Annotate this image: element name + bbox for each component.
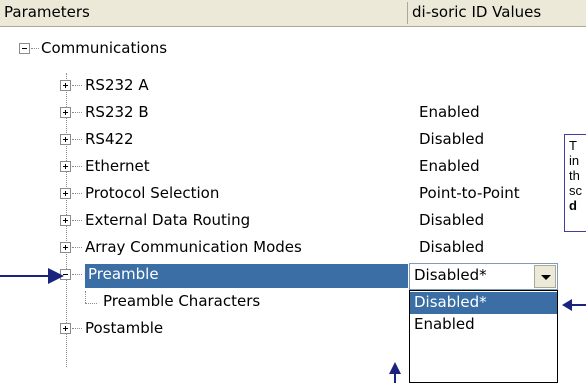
tree-label-preamble-characters: Preamble Characters: [103, 292, 261, 310]
tree-value-ethernet: Enabled: [419, 157, 480, 175]
expand-icon[interactable]: [60, 161, 71, 172]
tree-row-communications[interactable]: Communications: [0, 36, 586, 63]
tree-label-rs232a: RS232 A: [85, 76, 149, 94]
tree-connector: [72, 139, 82, 140]
tree-value-rs422: Disabled: [419, 130, 485, 148]
tree-label-rs232b: RS232 B: [85, 103, 149, 121]
dropdown-option-label: Disabled*: [414, 293, 487, 311]
tree-label-protocol-selection: Protocol Selection: [85, 184, 220, 202]
callout-line: th: [569, 168, 580, 183]
callout-line: in: [569, 153, 580, 168]
tree-connector: [72, 220, 82, 221]
callout-line: d: [569, 198, 577, 213]
tree-value-rs232b: Enabled: [419, 103, 480, 121]
tree-row-external-data-routing[interactable]: External Data Routing Disabled: [0, 208, 586, 235]
chevron-down-icon[interactable]: [534, 265, 556, 288]
expand-icon[interactable]: [60, 323, 71, 334]
tree-connector: [72, 112, 82, 113]
tree-row-ethernet[interactable]: Ethernet Enabled: [0, 154, 586, 181]
callout-box: T in th sc d: [564, 134, 586, 232]
column-header: Parameters di-soric ID Values: [0, 0, 586, 27]
tree-label-array-communication-modes: Array Communication Modes: [85, 238, 302, 256]
header-divider[interactable]: [407, 2, 408, 24]
header-values[interactable]: di-soric ID Values: [412, 3, 541, 21]
expand-icon[interactable]: [60, 242, 71, 253]
preamble-dropdown-list: Disabled* Enabled: [409, 290, 558, 383]
expand-icon[interactable]: [60, 80, 71, 91]
tree-row-protocol-selection[interactable]: Protocol Selection Point-to-Point: [0, 181, 586, 208]
tree-label-postamble: Postamble: [85, 319, 164, 337]
collapse-icon[interactable]: [60, 269, 71, 280]
tree-connector: [72, 274, 82, 275]
tree-connector: [72, 328, 82, 329]
tree-connector: [31, 48, 39, 49]
tree-label-rs422: RS422: [85, 130, 134, 148]
tree-value-array-communication-modes: Disabled: [419, 238, 485, 256]
tree-label-communications: Communications: [41, 39, 168, 57]
tree-label-external-data-routing: External Data Routing: [85, 211, 251, 229]
collapse-icon[interactable]: [19, 43, 30, 54]
tree-label-preamble: Preamble: [88, 265, 159, 283]
header-parameters[interactable]: Parameters: [4, 3, 90, 21]
expand-icon[interactable]: [60, 134, 71, 145]
tree-row-rs232b[interactable]: RS232 B Enabled: [0, 100, 586, 127]
tree-value-external-data-routing: Disabled: [419, 211, 485, 229]
tree-value-protocol-selection: Point-to-Point: [419, 184, 520, 202]
callout-line: sc: [569, 183, 582, 198]
preamble-value-select[interactable]: Disabled*: [409, 263, 558, 290]
tree-connector: [85, 303, 97, 304]
tree-label-ethernet: Ethernet: [85, 157, 150, 175]
tree-row-rs422[interactable]: RS422 Disabled: [0, 127, 586, 154]
callout-line: T: [569, 138, 577, 153]
tree-connector: [72, 85, 82, 86]
arrow-to-preamble-characters: [389, 362, 401, 383]
tree-connector: [72, 166, 82, 167]
expand-icon[interactable]: [60, 215, 71, 226]
dropdown-option-label: Enabled: [414, 315, 475, 333]
tree-row-array-communication-modes[interactable]: Array Communication Modes Disabled: [0, 235, 586, 262]
dropdown-option-enabled[interactable]: Enabled: [410, 314, 557, 336]
tree-connector: [72, 193, 82, 194]
tree-connector: [72, 247, 82, 248]
dropdown-option-disabled[interactable]: Disabled*: [410, 292, 557, 314]
preamble-selected-value: Disabled*: [414, 266, 487, 284]
tree-row-rs232a[interactable]: RS232 A: [0, 73, 586, 100]
expand-icon[interactable]: [60, 107, 71, 118]
expand-icon[interactable]: [60, 188, 71, 199]
